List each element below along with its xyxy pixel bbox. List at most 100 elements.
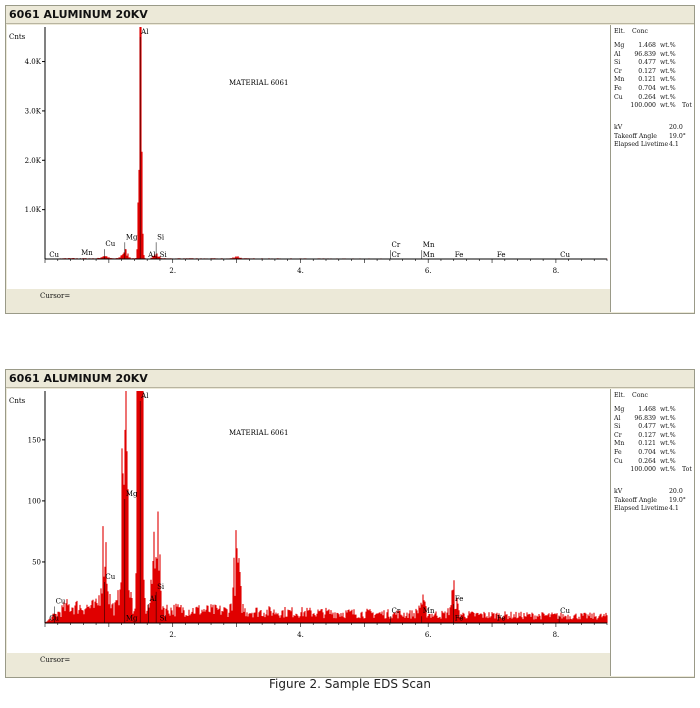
element-label: Si	[157, 583, 165, 591]
x-tick-label: 8.	[553, 631, 560, 639]
element-symbol: Cu	[614, 93, 623, 101]
element-label: Mg	[126, 615, 138, 623]
conc-unit: wt.%	[660, 431, 676, 439]
results-row: Mn 0.121 wt.%	[614, 440, 694, 448]
element-label: Si	[160, 251, 168, 259]
x-tick-label: 8.	[553, 267, 560, 275]
element-symbol: Cr	[614, 431, 622, 439]
results-row: Fe 0.704 wt.%	[614, 85, 694, 93]
element-label: Cu	[560, 251, 570, 259]
param-label: Elapsed Livetime	[614, 505, 669, 513]
element-label: Mn	[423, 241, 435, 249]
param-value: 19.0°	[669, 496, 686, 504]
y-axis-label: Cnts	[9, 33, 26, 41]
panel-title: 6061 ALUMINUM 20KV	[6, 370, 694, 388]
total-unit: wt.%	[660, 466, 676, 474]
element-label: Cu	[105, 240, 115, 248]
element-label: Mg	[126, 233, 138, 241]
element-conc: 0.704	[638, 85, 656, 92]
results-table-bottom: Elt. Conc Mg 1.468 wt.% Al 96.839 wt.% Si 0.477 wt…	[610, 389, 694, 676]
conc-unit: wt.%	[660, 59, 676, 67]
eds-panel-top: 6061 ALUMINUM 20KV Cnts 1.0K 2.0K 3.0K 4.0K 2…	[5, 5, 695, 314]
element-conc: 0.477	[638, 423, 656, 431]
element-symbol: Mg	[614, 406, 625, 413]
element-conc: 0.121	[638, 76, 656, 84]
total-conc: 100.000	[630, 466, 656, 474]
conc-unit: wt.%	[660, 406, 676, 413]
results-row: Mg 1.468 wt.%	[614, 406, 694, 414]
total-conc: 100.000	[630, 102, 656, 110]
element-conc: 96.839	[634, 50, 656, 58]
element-label: Cu	[49, 251, 59, 259]
spectrum-trace	[47, 27, 608, 259]
element-symbol: Cr	[614, 67, 622, 75]
conc-unit: wt.%	[660, 93, 676, 101]
total-label: Tot	[682, 102, 692, 110]
param-label: Takeoff Angle	[614, 132, 657, 140]
header-conc: Conc	[632, 28, 648, 35]
element-label: Al	[147, 251, 156, 259]
element-symbol: Mn	[614, 76, 625, 84]
spectrum-bars	[47, 27, 608, 259]
material-annotation: MATERIAL 6061	[229, 79, 288, 87]
element-label: Al	[140, 392, 149, 400]
results-total: 100.000 wt.% Tot	[614, 102, 694, 110]
element-conc: 0.127	[638, 67, 656, 75]
material-annotation: MATERIAL 6061	[229, 429, 288, 437]
param-value: 4.1	[669, 141, 679, 149]
element-conc: 0.127	[638, 431, 656, 439]
x-tick-label: 2.	[169, 631, 176, 639]
element-conc: 0.264	[638, 457, 656, 465]
element-symbol: Mg	[614, 42, 625, 49]
results-row: Cu 0.264 wt.%	[614, 458, 694, 466]
conc-unit: wt.%	[660, 457, 676, 465]
conc-unit: wt.%	[660, 414, 676, 422]
element-label: Fe	[455, 615, 464, 623]
results-row: Si 0.477 wt.%	[614, 59, 694, 67]
element-label: Cr	[392, 241, 401, 249]
element-symbol: Fe	[614, 449, 622, 456]
param-label: Elapsed Livetime	[614, 141, 669, 149]
header-element: Elt.	[614, 28, 625, 35]
x-tick-label: 4.	[297, 631, 304, 639]
element-conc: 0.264	[638, 93, 656, 101]
x-tick-label: 2.	[169, 267, 176, 275]
spectrum-chart-top: Cnts 1.0K 2.0K 3.0K 4.0K 2. 4. 6. 8. MATERIAL 606…	[9, 27, 608, 275]
conc-unit: wt.%	[660, 423, 676, 431]
results-row: Cr 0.127 wt.%	[614, 68, 694, 76]
spectrum-chart-bottom: Cnts 50 100 150 2. 4. 6. 8. MATERIAL 6061 Al Mg Cu S…	[9, 391, 608, 639]
total-unit: wt.%	[660, 102, 676, 110]
results-header: Elt. Conc	[614, 392, 694, 400]
element-label: Fe	[497, 615, 506, 623]
param-value: 4.1	[669, 505, 679, 513]
element-label: Al	[140, 28, 149, 36]
eds-panel-bottom: 6061 ALUMINUM 20KV Cnts 50 100 150 2. 4. 6. 8. M…	[5, 369, 695, 678]
element-label: Al	[148, 595, 157, 603]
y-tick-label: 3.0K	[25, 107, 42, 115]
element-symbol: Cu	[614, 457, 623, 465]
results-row: Cu 0.264 wt.%	[614, 94, 694, 102]
spectrum-trace	[45, 391, 608, 623]
param-label: kV	[614, 124, 623, 131]
cursor-bar: Cursor=	[7, 653, 610, 677]
element-conc: 0.477	[638, 59, 656, 67]
results-total: 100.000 wt.% Tot	[614, 466, 694, 474]
x-tick-label: 6.	[425, 267, 432, 275]
y-tick-label: 50	[32, 558, 41, 566]
element-conc: 1.468	[638, 42, 656, 49]
param-value: 20.0	[669, 488, 683, 495]
param-row: Takeoff Angle 19.0°	[614, 497, 694, 505]
element-label: Mg	[126, 490, 138, 498]
element-label: Fe	[455, 595, 464, 603]
element-label: Fe	[455, 251, 464, 259]
figure-caption: Figure 2. Sample EDS Scan	[269, 677, 431, 691]
conc-unit: wt.%	[660, 67, 676, 75]
param-row: Elapsed Livetime 4.1	[614, 505, 694, 513]
results-row: Si 0.477 wt.%	[614, 423, 694, 431]
element-symbol: Si	[614, 59, 621, 67]
element-label: Fe	[497, 251, 506, 259]
y-tick-label: 4.0K	[25, 58, 42, 66]
element-label: Cu	[56, 597, 66, 605]
x-tick-label: 4.	[297, 267, 304, 275]
param-value: 20.0	[669, 124, 683, 131]
